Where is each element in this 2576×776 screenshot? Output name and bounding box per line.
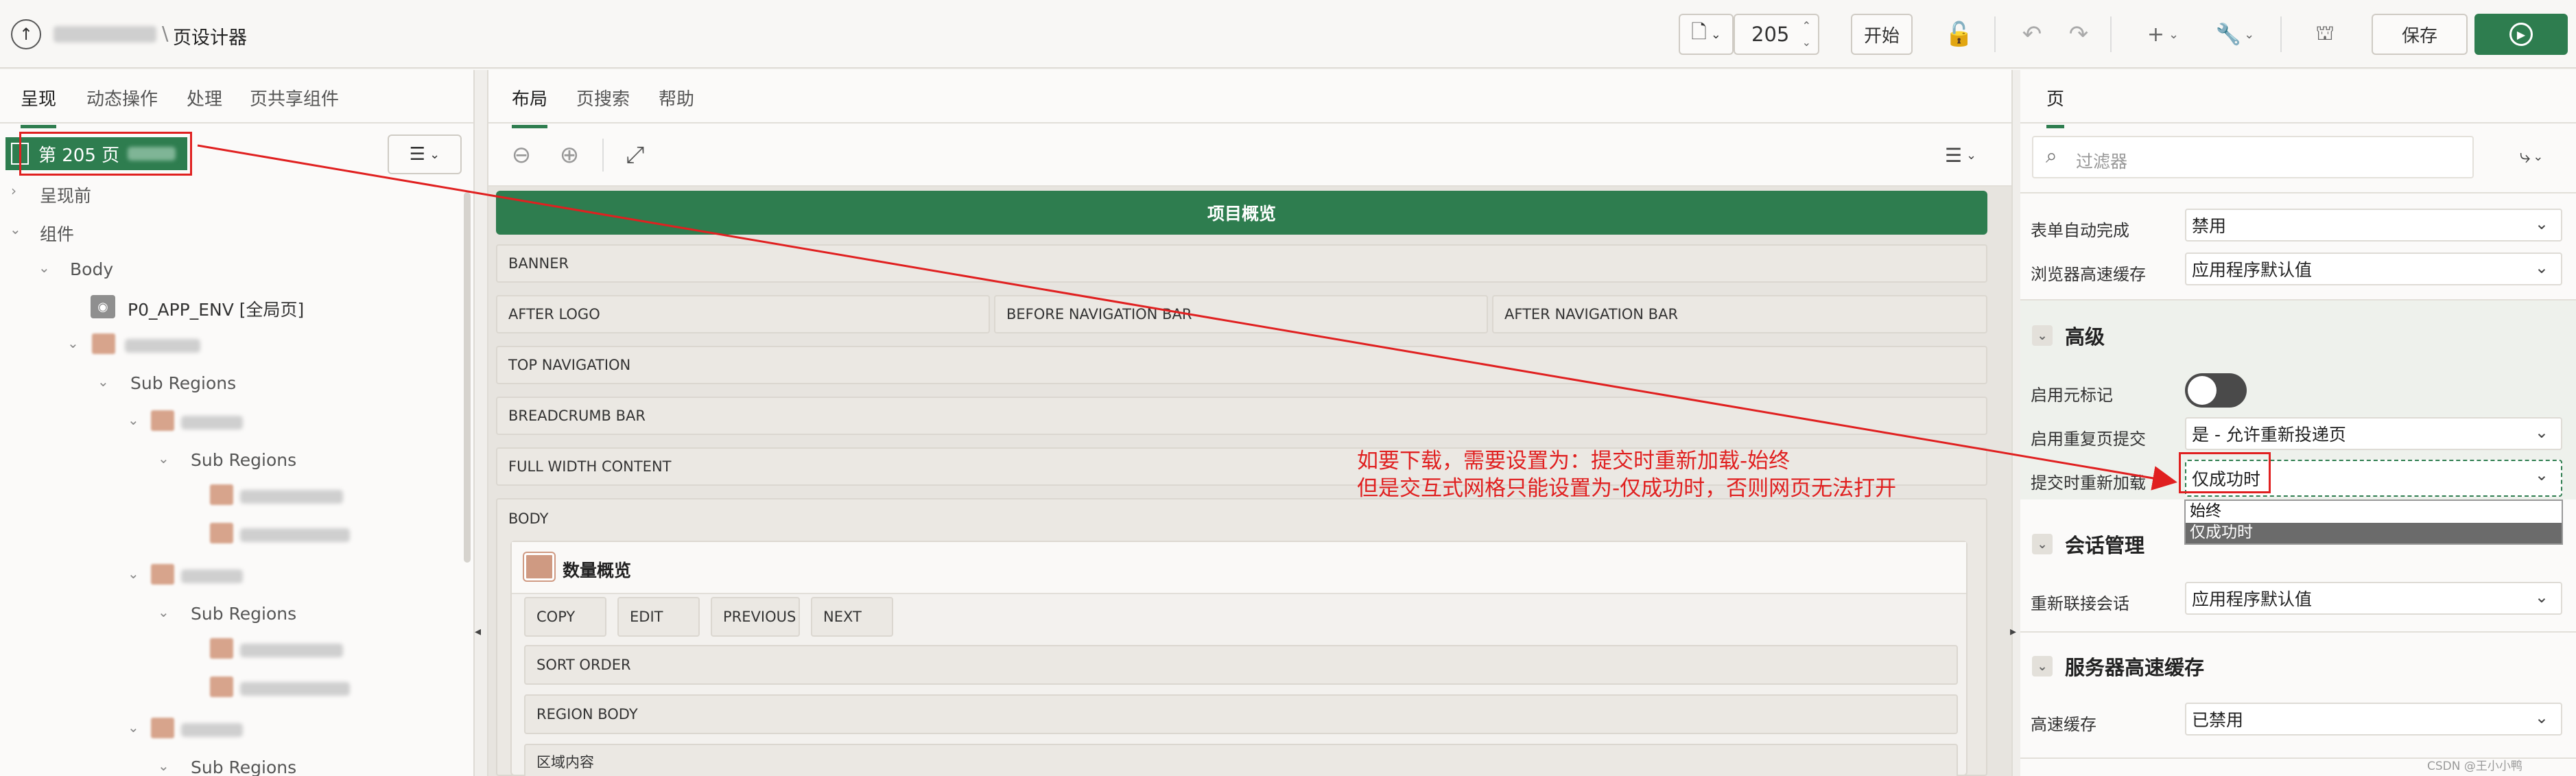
annotation-arrow <box>197 144 2177 491</box>
